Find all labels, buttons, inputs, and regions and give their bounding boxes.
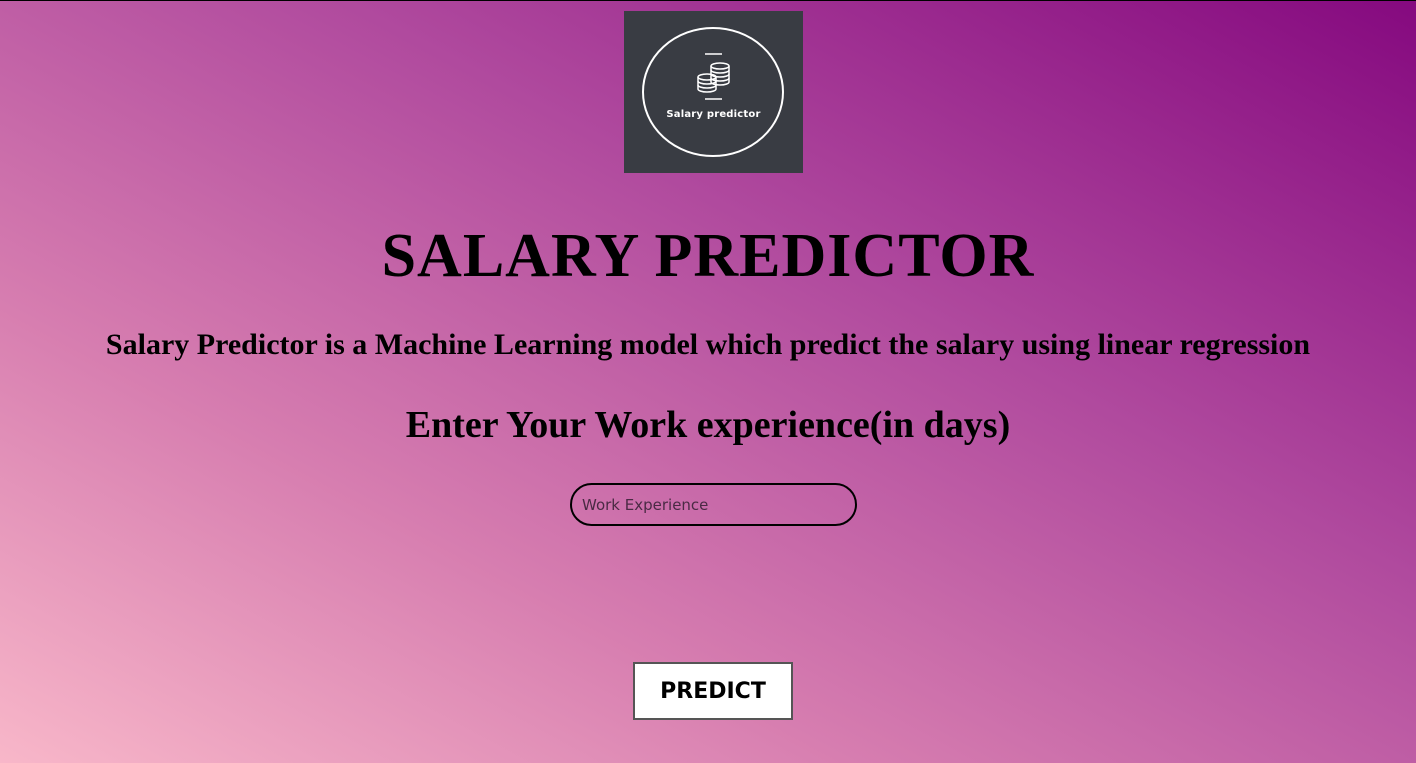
page-title: SALARY PREDICTOR (381, 222, 1035, 290)
logo-emblem (642, 27, 784, 157)
work-experience-input[interactable] (570, 483, 857, 526)
logo-text: Salary predictor (666, 109, 761, 120)
predict-button[interactable]: PREDICT (633, 662, 793, 720)
salary-predictor-logo: Salary predictor (624, 11, 803, 173)
experience-prompt: Enter Your Work experience(in days) (405, 404, 1011, 446)
page-description: Salary Predictor is a Machine Learning m… (105, 328, 1311, 361)
coins-stack-icon (697, 62, 730, 93)
